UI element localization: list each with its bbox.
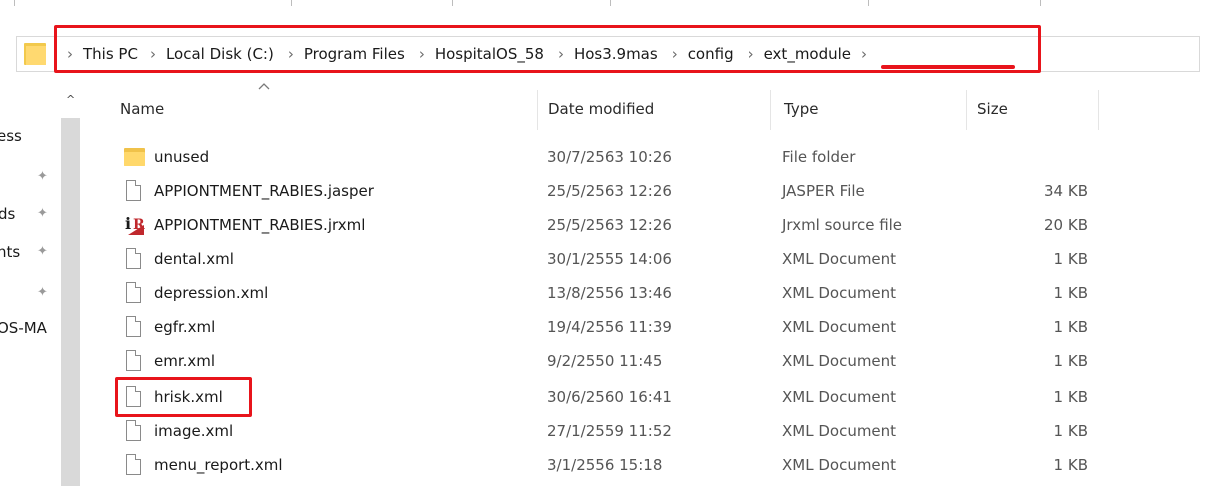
- nav-item-label[interactable]: ds: [0, 205, 15, 223]
- file-name: egfr.xml: [154, 318, 216, 336]
- list-item[interactable]: APPIONTMENT_RABIES.jasper 25/5/2563 12:2…: [118, 174, 1118, 208]
- column-divider[interactable]: [966, 90, 967, 130]
- pin-icon: ✦: [37, 285, 48, 300]
- list-item[interactable]: menu_report.xml 3/1/2556 15:18 XML Docum…: [118, 448, 1118, 482]
- toolbar-tick: [452, 0, 453, 6]
- list-item[interactable]: hrisk.xml 30/6/2560 16:41 XML Document 1…: [118, 380, 1118, 414]
- toolbar-tick: [868, 0, 869, 6]
- file-type: XML Document: [782, 388, 897, 406]
- file-icon: [124, 316, 144, 338]
- column-header-size[interactable]: Size: [977, 100, 1008, 118]
- file-size: 1 KB: [1053, 352, 1088, 370]
- file-date: 9/2/2550 11:45: [547, 352, 663, 370]
- column-header-name[interactable]: Name: [120, 100, 164, 118]
- pin-icon: ✦: [37, 169, 48, 184]
- list-item[interactable]: unused 30/7/2563 10:26 File folder: [118, 140, 1118, 174]
- file-type: XML Document: [782, 250, 897, 268]
- highlight-underline-ext-module: [881, 65, 1015, 69]
- nav-scroll-up-icon[interactable]: ^: [66, 94, 76, 105]
- column-header-type[interactable]: Type: [784, 100, 818, 118]
- nav-scrollbar[interactable]: [61, 118, 80, 486]
- list-item[interactable]: image.xml 27/1/2559 11:52 XML Document 1…: [118, 414, 1118, 448]
- file-icon: [124, 248, 144, 270]
- toolbar-tick: [14, 0, 15, 6]
- file-type: XML Document: [782, 284, 897, 302]
- file-date: 30/7/2563 10:26: [547, 148, 672, 166]
- file-size: 20 KB: [1044, 216, 1088, 234]
- file-icon: [124, 282, 144, 304]
- file-date: 27/1/2559 11:52: [547, 422, 672, 440]
- jrxml-icon: iR: [125, 214, 145, 235]
- file-date: 19/4/2556 11:39: [547, 318, 672, 336]
- file-size: 1 KB: [1053, 250, 1088, 268]
- list-item[interactable]: emr.xml 9/2/2550 11:45 XML Document 1 KB: [118, 344, 1118, 378]
- file-size: [1018, 140, 1088, 174]
- file-size: 34 KB: [1044, 182, 1088, 200]
- pin-icon: ✦: [37, 244, 48, 259]
- file-name: depression.xml: [154, 284, 269, 302]
- toolbar-tick: [1040, 0, 1041, 6]
- file-size: 1 KB: [1053, 422, 1088, 440]
- nav-item-label[interactable]: ess: [0, 127, 22, 145]
- nav-item-label[interactable]: nts: [0, 243, 20, 261]
- toolbar-tick: [291, 0, 292, 6]
- file-name: dental.xml: [154, 250, 234, 268]
- file-name: APPIONTMENT_RABIES.jasper: [154, 182, 374, 200]
- file-name: menu_report.xml: [154, 456, 283, 474]
- file-date: 30/6/2560 16:41: [547, 388, 672, 406]
- highlight-box-hrisk: [115, 377, 252, 417]
- file-name: emr.xml: [154, 352, 216, 370]
- sort-ascending-icon: [258, 83, 270, 90]
- file-date: 13/8/2556 13:46: [547, 284, 672, 302]
- file-name: image.xml: [154, 422, 234, 440]
- column-header-date[interactable]: Date modified: [548, 100, 654, 118]
- file-type: XML Document: [782, 318, 897, 336]
- file-icon: [124, 180, 144, 202]
- file-date: 25/5/2563 12:26: [547, 182, 672, 200]
- list-item[interactable]: depression.xml 13/8/2556 13:46 XML Docum…: [118, 276, 1118, 310]
- file-icon: [124, 420, 144, 442]
- file-type: XML Document: [782, 422, 897, 440]
- file-size: 1 KB: [1053, 456, 1088, 474]
- column-divider[interactable]: [770, 90, 771, 130]
- file-size: 1 KB: [1053, 318, 1088, 336]
- file-type: JASPER File: [782, 182, 865, 200]
- file-date: 25/5/2563 12:26: [547, 216, 672, 234]
- file-date: 30/1/2555 14:06: [547, 250, 672, 268]
- list-item[interactable]: egfr.xml 19/4/2556 11:39 XML Document 1 …: [118, 310, 1118, 344]
- file-type: XML Document: [782, 352, 897, 370]
- file-date: 3/1/2556 15:18: [547, 456, 663, 474]
- pin-icon: ✦: [37, 206, 48, 221]
- file-name: APPIONTMENT_RABIES.jrxml: [154, 216, 366, 234]
- file-type: Jrxml source file: [782, 216, 903, 234]
- nav-item-label[interactable]: OS-MA: [0, 319, 47, 337]
- file-icon: [124, 350, 144, 372]
- file-name: unused: [154, 148, 210, 166]
- toolbar-tick: [610, 0, 611, 6]
- file-type: File folder: [782, 148, 856, 166]
- folder-icon: [24, 43, 46, 65]
- file-type: XML Document: [782, 456, 897, 474]
- column-divider[interactable]: [537, 90, 538, 130]
- list-item[interactable]: iR APPIONTMENT_RABIES.jrxml 25/5/2563 12…: [118, 208, 1118, 242]
- file-size: 1 KB: [1053, 284, 1088, 302]
- file-icon: [124, 454, 144, 476]
- column-divider[interactable]: [1098, 90, 1099, 130]
- folder-icon: [124, 146, 145, 168]
- top-toolbar-remnant: [0, 0, 1209, 12]
- file-size: 1 KB: [1053, 388, 1088, 406]
- list-item[interactable]: dental.xml 30/1/2555 14:06 XML Document …: [118, 242, 1118, 276]
